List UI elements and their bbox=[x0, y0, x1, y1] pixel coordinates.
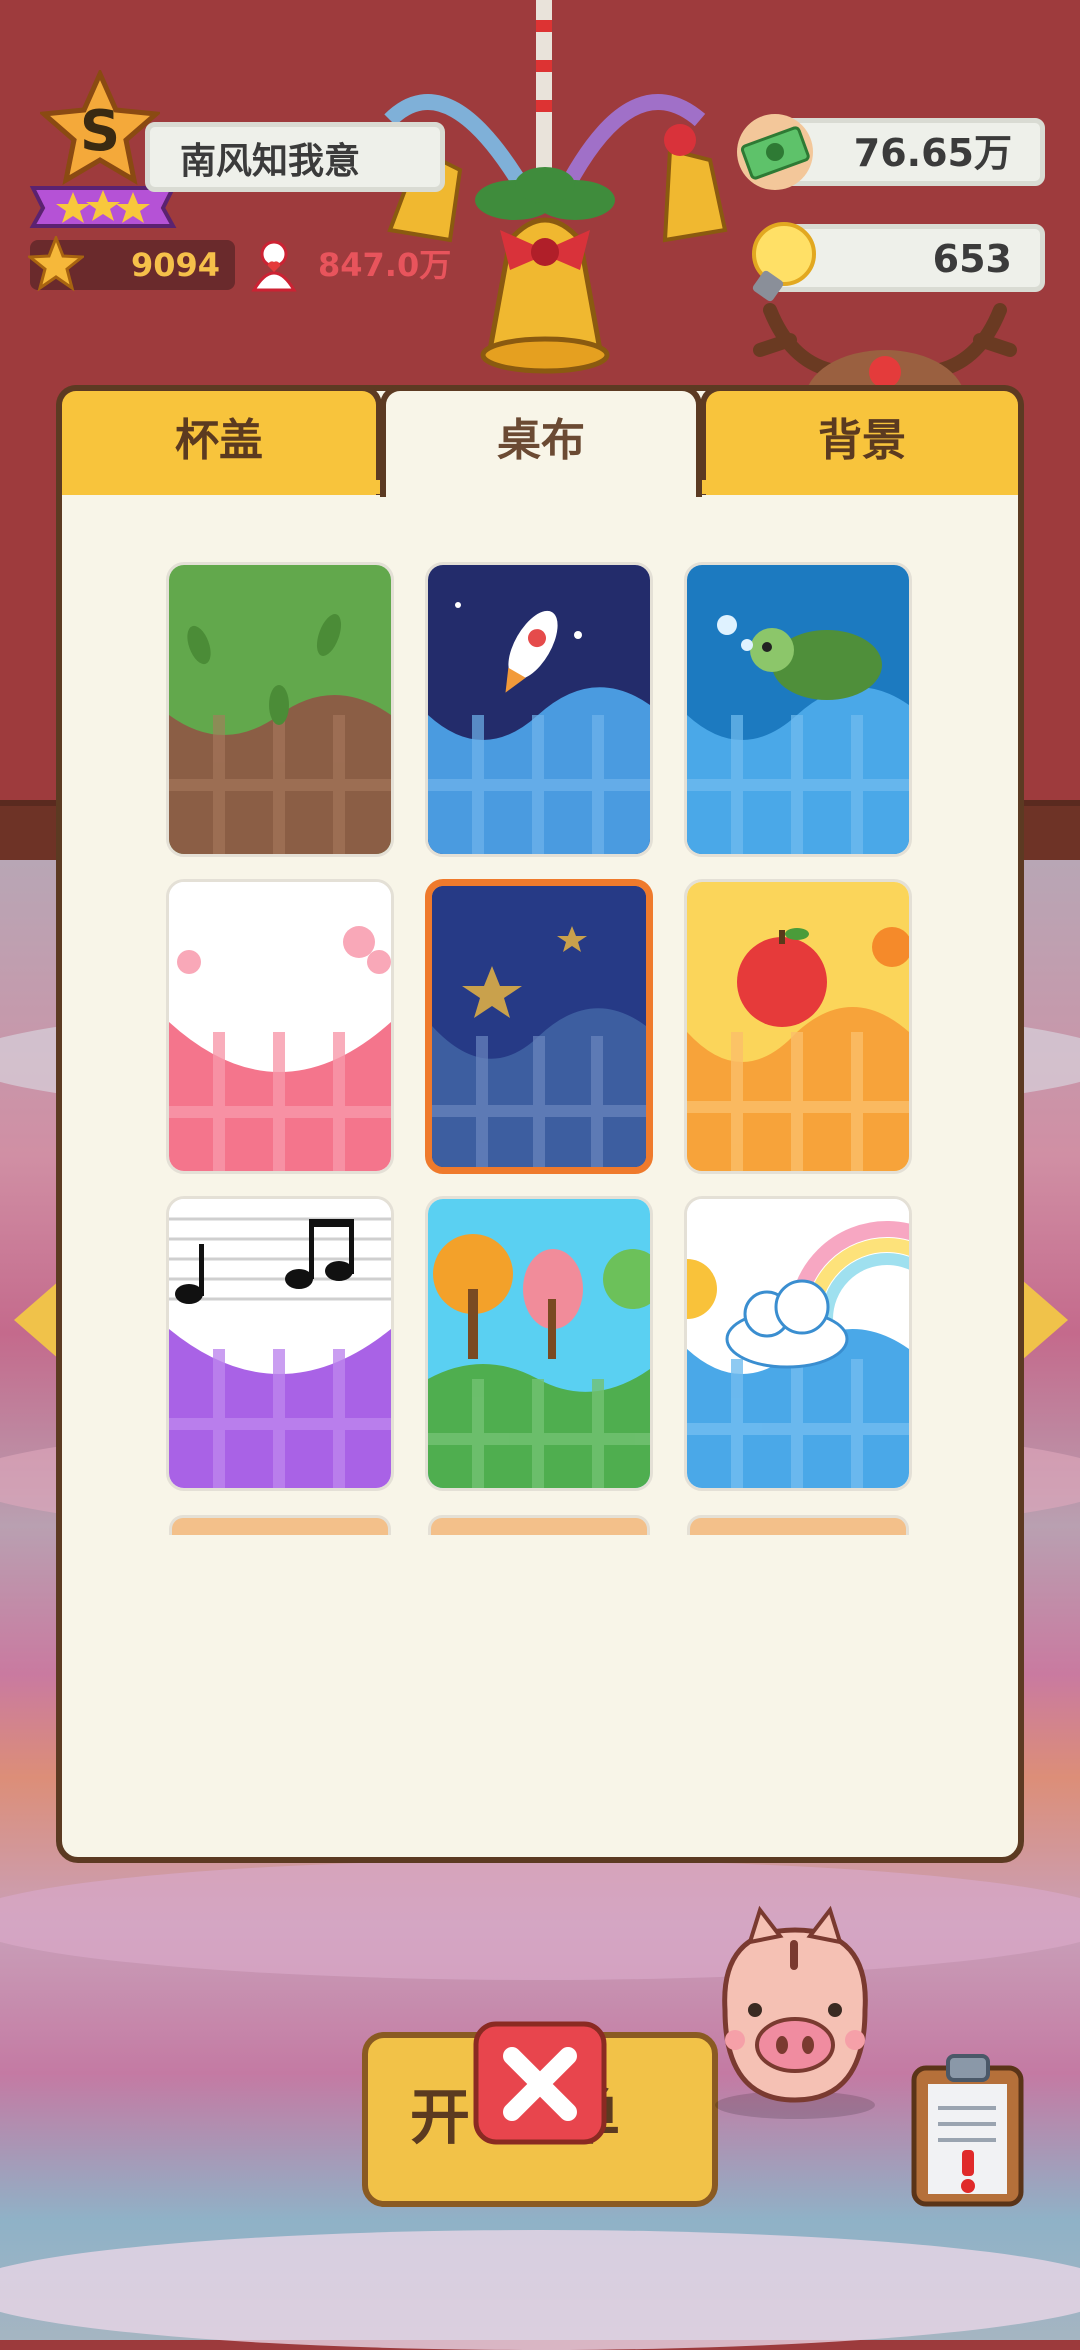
music-notes-thumbnail bbox=[169, 1199, 391, 1488]
order-list-clipboard-icon[interactable] bbox=[910, 2048, 1025, 2208]
player-name-box[interactable]: 南风知我意 bbox=[145, 122, 445, 192]
active-tab-connector bbox=[386, 480, 696, 496]
lightbulb-icon bbox=[752, 222, 816, 302]
tablecloth-card-music-notes[interactable] bbox=[166, 1196, 394, 1491]
tab-label: 杯盖 bbox=[175, 415, 263, 466]
money-value: 76.65万 bbox=[853, 131, 1012, 175]
floor-wave bbox=[0, 2230, 1080, 2350]
pink-flowers-thumbnail bbox=[169, 882, 391, 1171]
next-arrow-icon[interactable] bbox=[1022, 1280, 1068, 1360]
green-leaves-thumbnail bbox=[169, 565, 391, 854]
fruit-apple-thumbnail bbox=[687, 882, 909, 1171]
tablecloth-card-ocean-turtle[interactable] bbox=[684, 562, 912, 857]
tablecloth-card-partial[interactable] bbox=[428, 1515, 650, 1535]
ideas-value: 653 bbox=[932, 237, 1012, 281]
stars-value: 9094 bbox=[130, 246, 220, 284]
ocean-turtle-thumbnail bbox=[687, 565, 909, 854]
tablecloth-card-fruit-apple[interactable] bbox=[684, 879, 912, 1174]
rank-letter: S bbox=[80, 99, 120, 164]
autumn-trees-thumbnail bbox=[428, 1199, 650, 1488]
tablecloth-card-pink-flowers[interactable] bbox=[166, 879, 394, 1174]
tablecloth-card-rainbow-cloud[interactable] bbox=[684, 1196, 912, 1491]
night-stars-thumbnail bbox=[432, 886, 646, 1167]
tablecloth-card-partial[interactable] bbox=[687, 1515, 909, 1535]
piggy-bank-icon[interactable] bbox=[700, 1900, 890, 2120]
fans-icon bbox=[251, 240, 297, 292]
tablecloth-card-autumn-trees[interactable] bbox=[425, 1196, 653, 1491]
rainbow-cloud-thumbnail bbox=[687, 1199, 909, 1488]
player-name: 南风知我意 bbox=[180, 141, 361, 182]
tablecloth-card-partial[interactable] bbox=[169, 1515, 391, 1535]
close-panel-button[interactable] bbox=[472, 2020, 608, 2150]
floor-wave bbox=[0, 1860, 1080, 1980]
tab-label: 桌布 bbox=[497, 415, 585, 466]
prev-arrow-icon[interactable] bbox=[14, 1280, 60, 1360]
tab-label: 背景 bbox=[818, 415, 906, 466]
tablecloth-card-green-leaves[interactable] bbox=[166, 562, 394, 857]
star-icon bbox=[28, 236, 84, 292]
christmas-bells-decoration bbox=[384, 0, 728, 374]
money-icon bbox=[737, 114, 813, 190]
tab-cup-lids[interactable]: 杯盖 bbox=[56, 385, 382, 495]
tab-background[interactable]: 背景 bbox=[700, 385, 1024, 495]
tablecloth-card-space-rocket[interactable] bbox=[425, 562, 653, 857]
tablecloth-card-night-stars[interactable] bbox=[425, 879, 653, 1174]
space-rocket-thumbnail bbox=[428, 565, 650, 854]
fans-value: 847.0万 bbox=[318, 246, 452, 284]
